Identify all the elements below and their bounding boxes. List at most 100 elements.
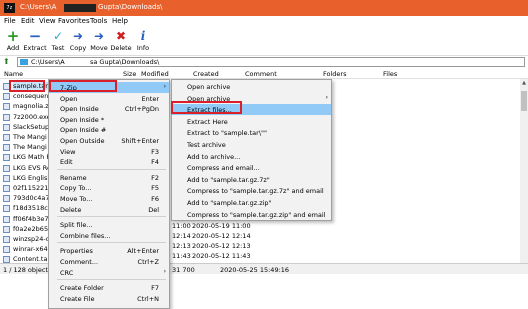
submenu-arrow-icon: › (163, 267, 166, 275)
window-title-prefix: C:\Users\A (20, 3, 57, 11)
submenu-item[interactable]: Extract to "sample.tar\"" (172, 127, 331, 138)
file-icon (3, 215, 10, 223)
context-menu: 7-Zip › Open Enter Open Inside Ctrl+PgDn Open … (48, 79, 170, 309)
menu-item-label: Create File (60, 294, 95, 303)
context-menu-item[interactable]: View F3 (49, 146, 169, 157)
context-menu-item[interactable]: Open Inside * (49, 114, 169, 125)
context-menu-item[interactable]: Open Inside Ctrl+PgDn (49, 103, 169, 114)
col-name[interactable]: Name (4, 70, 23, 78)
col-created[interactable]: Created (193, 70, 219, 78)
scroll-thumb[interactable] (521, 91, 527, 111)
menu-item-shortcut: F3 (151, 147, 159, 156)
submenu-item-label: Compress and email... (187, 164, 260, 173)
submenu-item[interactable]: Open archive (172, 81, 331, 92)
toolbar: + Add − Extract ✓ Test ➜ Copy ➜ Move ✖ D… (0, 27, 528, 55)
date-row-0: 11:00 2020-05-19 11:00 (172, 222, 251, 230)
context-menu-item[interactable]: Create File Ctrl+N (49, 293, 169, 304)
menu-item-label: Delete (60, 205, 82, 214)
window-title-suffix: Gupta\Downloads\ (98, 3, 163, 11)
info-button[interactable]: i Info (130, 29, 156, 55)
menu-favorites[interactable]: Favorites (58, 17, 90, 25)
file-icon (3, 134, 10, 141)
menu-help[interactable]: Help (112, 17, 128, 25)
submenu-item[interactable]: Add to archive... (172, 151, 331, 162)
col-files[interactable]: Files (383, 70, 397, 78)
file-name: The Mangi G (13, 143, 49, 152)
submenu-arrow-icon: › (325, 93, 328, 101)
context-menu-item[interactable]: Open Enter (49, 93, 169, 104)
up-folder-icon[interactable]: ⬆ (3, 57, 13, 67)
col-folders[interactable]: Folders (323, 70, 346, 78)
submenu-item-label: Add to "sample.tar.gz.zip" (187, 199, 272, 207)
submenu-item[interactable]: Add to "sample.tar.gz.7z" (172, 174, 331, 185)
col-size[interactable]: Size (123, 70, 136, 78)
menu-separator (57, 216, 166, 218)
file-icon (3, 225, 10, 233)
date-row-2: 12:13 2020-05-12 12:13 (172, 242, 251, 250)
file-name: winzsp24-dc (13, 235, 49, 243)
context-menu-item[interactable]: Create Folder F7 (49, 282, 169, 293)
menu-edit[interactable]: Edit (21, 17, 35, 25)
menu-item-shortcut: F4 (151, 158, 159, 167)
menu-item-label: Open Outside (60, 137, 105, 145)
context-menu-item[interactable]: Move To... F6 (49, 193, 169, 204)
file-name: The Mangi G (13, 133, 49, 141)
menu-item-shortcut: Ctrl+Z (137, 258, 159, 266)
submenu-item[interactable]: Add to "sample.tar.gz.zip" (172, 197, 331, 208)
menu-tools[interactable]: Tools (90, 17, 107, 25)
context-menu-item[interactable]: Delete Del (49, 204, 169, 215)
menu-separator (57, 168, 166, 170)
submenu-item-label: Add to archive... (187, 152, 241, 161)
context-menu-item[interactable]: Properties Alt+Enter (49, 245, 169, 256)
file-name: consequenc (13, 92, 49, 101)
menu-item-label: Edit (60, 158, 73, 167)
menu-item-label: Comment... (60, 258, 99, 266)
menu-item-label: Copy To... (60, 184, 92, 193)
submenu-item-label: Extract to "sample.tar\"" (187, 129, 267, 138)
menu-item-shortcut: F7 (151, 284, 159, 293)
address-prefix: C:\Users\A (31, 58, 65, 66)
submenu-item[interactable]: Compress to "sample.tar.gz.7z" and email (172, 185, 331, 196)
file-name: magnolia.zi (13, 102, 49, 111)
submenu-item[interactable]: Test archive (172, 139, 331, 150)
submenu-arrow-icon: › (163, 83, 166, 90)
submenu-item-label: Extract Here (187, 117, 228, 126)
file-name: 02f1152213 (13, 184, 49, 192)
submenu-item-label: Compress to "sample.tar.gz.7z" and email (187, 187, 324, 196)
context-menu-item[interactable]: Rename F2 (49, 172, 169, 183)
menu-item-label: Split file... (60, 221, 93, 230)
context-menu-item[interactable]: Split file... (49, 219, 169, 230)
vertical-scrollbar[interactable]: ▲ (520, 79, 528, 263)
file-icon (3, 246, 10, 254)
context-menu-item[interactable]: CRC › (49, 267, 169, 278)
menu-item-label: Open Inside (60, 105, 99, 114)
menu-file[interactable]: File (4, 17, 16, 25)
context-menu-item[interactable]: Open Outside Shift+Enter (49, 135, 169, 146)
menu-item-label: Rename (60, 173, 87, 182)
context-menu-item[interactable]: Comment... Ctrl+Z (49, 256, 169, 267)
title-bar: 7z C:\Users\A Gupta\Downloads\ (0, 0, 528, 16)
context-menu-item[interactable]: Combine files... (49, 230, 169, 241)
context-menu-item[interactable]: Open Inside # (49, 124, 169, 135)
menu-item-label: Combine files... (60, 231, 111, 240)
menu-view[interactable]: View (39, 17, 56, 25)
submenu-item[interactable]: Compress and email... (172, 162, 331, 173)
address-input[interactable]: C:\Users\A sa Gupta\Downloads\ (17, 57, 525, 67)
file-name: f18d3518c5 (13, 204, 49, 213)
scroll-up-icon[interactable]: ▲ (521, 80, 527, 86)
menu-item-label: Open Inside # (60, 126, 107, 135)
callout-7zip-item (49, 80, 117, 92)
callout-selected-file (9, 80, 45, 92)
context-menu-item[interactable]: Copy To... F5 (49, 182, 169, 193)
menu-item-label: Open Inside * (60, 115, 105, 124)
context-menu-item[interactable]: Edit F4 (49, 156, 169, 167)
menu-item-shortcut: Ctrl+PgDn (124, 105, 159, 114)
menu-item-shortcut: Enter (141, 94, 159, 103)
col-modified[interactable]: Modified (141, 70, 169, 78)
col-comment[interactable]: Comment (245, 70, 277, 78)
file-icon (3, 144, 10, 152)
submenu-item[interactable]: Compress to "sample.tar.gz.zip" and emai… (172, 209, 331, 220)
submenu-item[interactable]: Extract Here (172, 116, 331, 127)
menu-item-shortcut: F2 (151, 173, 159, 182)
file-icon (3, 103, 10, 111)
